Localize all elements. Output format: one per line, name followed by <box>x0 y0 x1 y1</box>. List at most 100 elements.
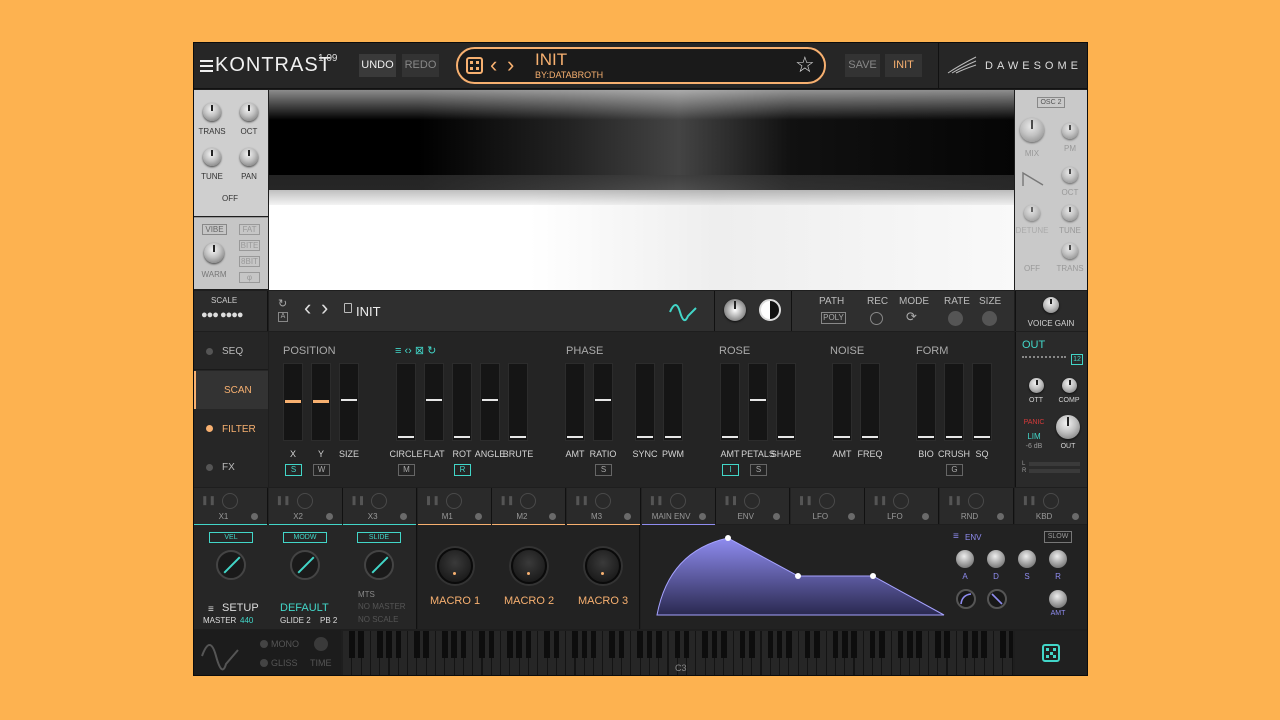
osc2-wave-shape-icon[interactable] <box>1022 171 1044 187</box>
pause-icon[interactable]: ❚❚ <box>499 495 514 506</box>
mod-source-dot[interactable] <box>400 513 408 520</box>
black-key[interactable] <box>525 631 532 658</box>
black-key[interactable] <box>376 631 383 658</box>
black-key[interactable] <box>442 631 448 658</box>
black-key[interactable] <box>767 631 774 658</box>
env-attack-curve-knob[interactable] <box>956 589 976 609</box>
position-y-tag[interactable]: W <box>313 464 330 476</box>
black-key[interactable] <box>460 631 467 658</box>
slide-button[interactable]: SLIDE <box>357 532 401 543</box>
black-key[interactable] <box>832 631 839 658</box>
oct-knob[interactable] <box>240 103 258 121</box>
sq-fader[interactable] <box>972 363 992 441</box>
tab-fx[interactable]: FX <box>194 449 268 486</box>
ott-knob[interactable] <box>1029 378 1044 393</box>
black-key[interactable] <box>944 631 950 658</box>
black-key[interactable] <box>841 631 848 658</box>
poly-button[interactable]: POLY <box>821 312 846 324</box>
phase-ratio-fader[interactable] <box>593 363 613 441</box>
freq-fader[interactable] <box>860 363 880 441</box>
mod-slot-m3[interactable]: ❚❚ M3 <box>567 488 641 527</box>
black-key[interactable] <box>962 631 969 658</box>
mod-source-dot[interactable] <box>847 513 855 520</box>
wavetable-a-tag[interactable]: A <box>278 312 288 322</box>
mod-slot-x1[interactable]: ❚❚ X1 <box>194 488 268 527</box>
voices-count[interactable]: 12 <box>1071 354 1083 365</box>
black-key[interactable] <box>358 631 364 658</box>
mono-toggle[interactable] <box>260 640 268 648</box>
mod-source-dot[interactable] <box>922 513 930 520</box>
slide-amount-knob[interactable] <box>364 550 394 580</box>
pause-icon[interactable]: ❚❚ <box>350 495 365 506</box>
glide-value[interactable]: GLIDE 2 <box>280 616 311 625</box>
lim-button[interactable]: LIM <box>1020 432 1048 441</box>
env-sustain-knob[interactable] <box>1018 550 1036 568</box>
black-key[interactable] <box>590 631 597 658</box>
hamburger-icon[interactable] <box>200 60 213 72</box>
mod-source-dot[interactable] <box>549 513 557 520</box>
position-size-fader[interactable] <box>339 363 359 441</box>
black-key[interactable] <box>572 631 578 658</box>
macro-1-label[interactable]: MACRO 1 <box>424 595 486 607</box>
black-key[interactable] <box>451 631 457 658</box>
black-key[interactable] <box>711 631 718 658</box>
setup-menu-icon[interactable]: ≡ <box>208 604 214 615</box>
flat-tag[interactable]: M <box>398 464 415 476</box>
black-key[interactable] <box>646 631 653 658</box>
pause-icon[interactable]: ❚❚ <box>872 495 887 506</box>
black-key[interactable] <box>674 631 681 658</box>
rec-button[interactable] <box>870 312 883 325</box>
fat-button[interactable]: FAT <box>239 224 260 235</box>
env-decay-knob[interactable] <box>987 550 1005 568</box>
trans-knob[interactable] <box>203 103 221 121</box>
bite-button[interactable]: BITE <box>239 240 260 251</box>
mod-source-dot[interactable] <box>624 513 631 520</box>
wave-logo-icon[interactable] <box>668 296 698 326</box>
env-attack-knob[interactable] <box>956 550 974 568</box>
position-x-tag[interactable]: S <box>285 464 302 476</box>
black-key[interactable] <box>386 631 392 658</box>
mod-source-dot[interactable] <box>997 513 1004 520</box>
black-key[interactable] <box>869 631 876 658</box>
lock-icon[interactable] <box>344 303 352 313</box>
pause-icon[interactable]: ❚❚ <box>1022 495 1037 506</box>
vel-button[interactable]: VEL <box>209 532 253 543</box>
osc2-oct-knob[interactable] <box>1062 167 1078 183</box>
black-key[interactable] <box>897 631 904 658</box>
black-key[interactable] <box>702 631 709 658</box>
rose-amt-fader[interactable] <box>720 363 740 441</box>
prev-preset-icon[interactable]: ‹ <box>490 52 497 78</box>
black-key[interactable] <box>721 631 727 658</box>
size-knob[interactable] <box>982 311 997 326</box>
macro-3-knob[interactable] <box>585 548 621 584</box>
mod-slot-env[interactable]: ❚❚ ENV <box>716 488 791 524</box>
loop-mode-icon[interactable]: ⟳ <box>906 309 917 325</box>
mod-slot-m1[interactable]: ❚❚ M1 <box>417 488 492 527</box>
black-key[interactable] <box>349 631 355 658</box>
warm-knob[interactable] <box>204 243 224 263</box>
black-key[interactable] <box>609 631 616 658</box>
pause-icon[interactable]: ❚❚ <box>798 495 813 506</box>
setup-button[interactable]: SETUP <box>222 602 259 614</box>
env-menu-icon[interactable]: ≡ <box>953 531 959 542</box>
black-key[interactable] <box>786 631 792 658</box>
black-key[interactable] <box>748 631 755 658</box>
vibe-button[interactable]: VIBE <box>202 224 227 235</box>
sync-fader[interactable] <box>635 363 655 441</box>
pwm-fader[interactable] <box>663 363 683 441</box>
osc2-pm-knob[interactable] <box>1062 123 1078 139</box>
pause-icon[interactable]: ❚❚ <box>574 495 589 506</box>
tuning-default[interactable]: DEFAULT <box>280 602 329 614</box>
tune-knob[interactable] <box>203 148 221 166</box>
next-preset-icon[interactable]: › <box>507 52 514 78</box>
randomize-dice-icon[interactable] <box>1042 644 1060 662</box>
brute-fader[interactable] <box>508 363 528 441</box>
save-button[interactable]: SAVE <box>845 54 880 77</box>
macro-2-knob[interactable] <box>511 548 547 584</box>
prev-wavetable-icon[interactable]: ‹ <box>304 295 311 321</box>
macro-3-label[interactable]: MACRO 3 <box>572 595 634 607</box>
rose-amt-tag[interactable]: I <box>722 464 739 476</box>
vel-amount-knob[interactable] <box>216 550 246 580</box>
mod-slot-lfo-1[interactable]: ❚❚ LFO <box>790 488 865 524</box>
mod-slot-main-env[interactable]: ❚❚ MAIN ENV <box>641 488 716 527</box>
